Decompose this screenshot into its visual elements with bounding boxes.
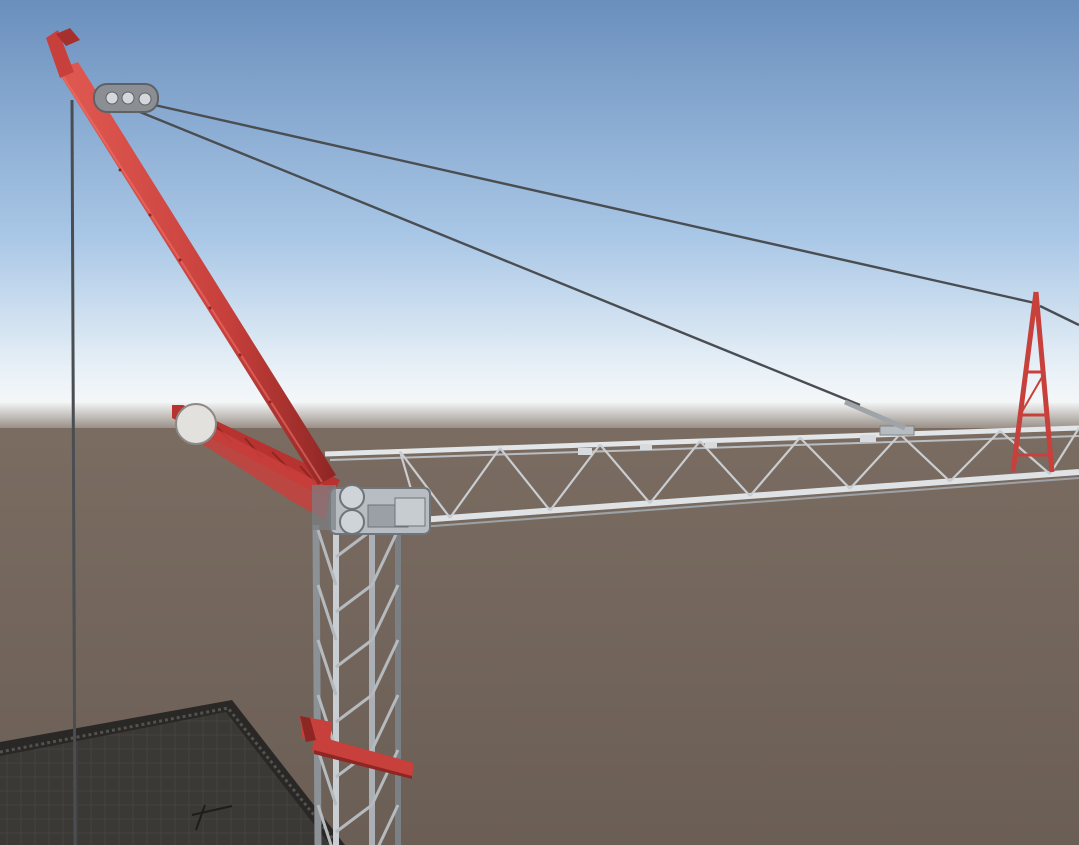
slewing-unit xyxy=(312,484,431,535)
boom-sheave-block xyxy=(93,83,159,113)
game-viewport[interactable] xyxy=(0,0,1079,845)
jib-trolley xyxy=(879,425,915,436)
counter-jib-sheave xyxy=(175,403,217,445)
